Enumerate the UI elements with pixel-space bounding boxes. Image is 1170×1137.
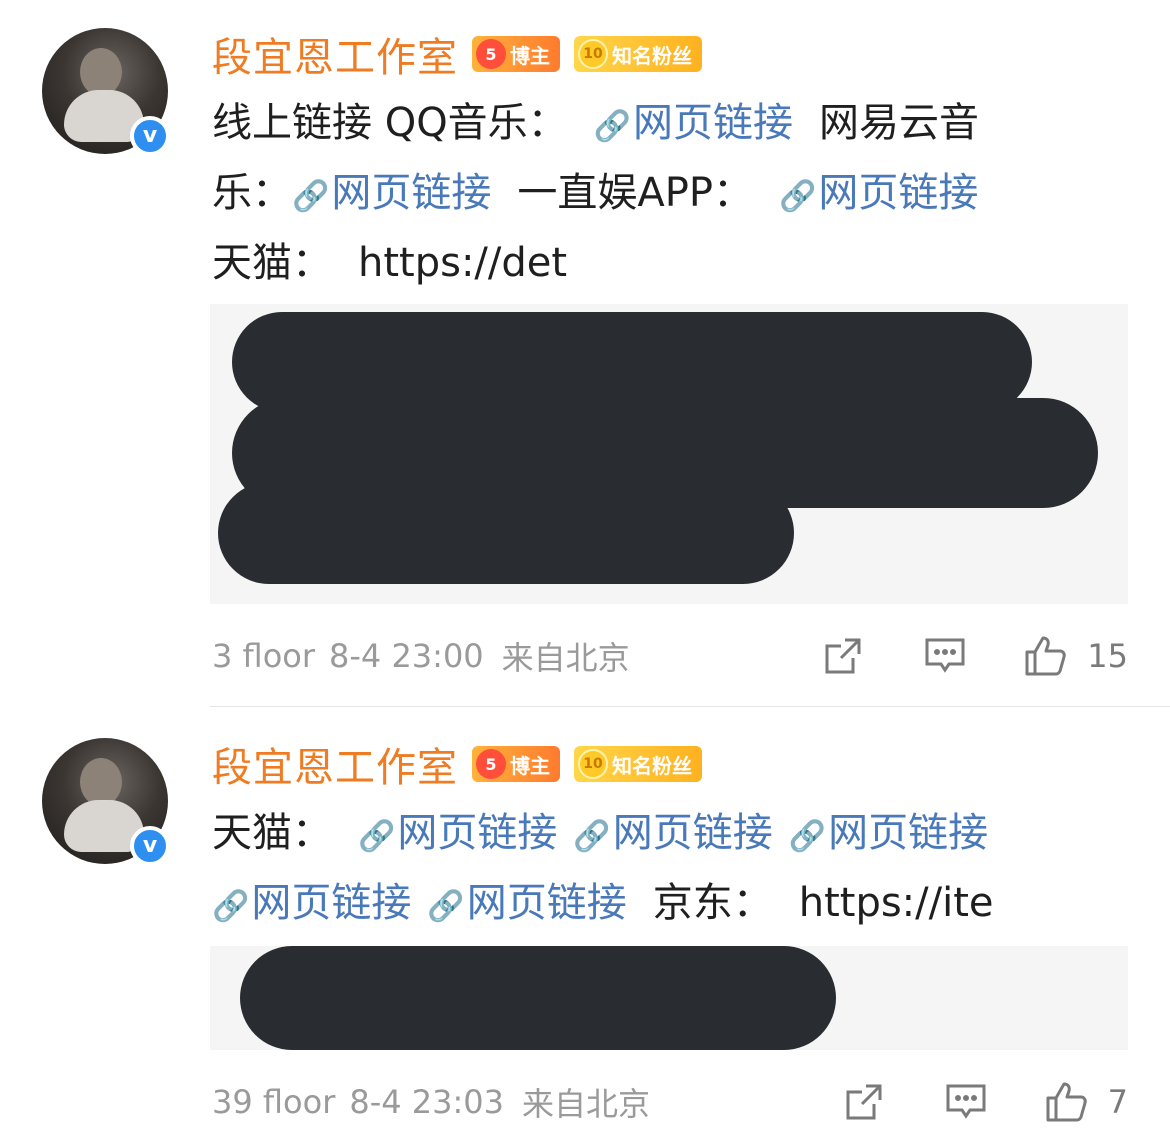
share-icon[interactable] [813, 636, 873, 676]
avatar-face [80, 758, 122, 806]
fans-badge[interactable]: 10 知名粉丝 [574, 746, 702, 782]
location: 来自北京 [522, 1085, 651, 1123]
floor-number: 3 floor [212, 637, 315, 675]
verified-v-icon: v [130, 826, 170, 866]
text-line: 天猫： https://det [212, 230, 1102, 296]
floor-number: 39 floor [212, 1083, 336, 1121]
text-line: 🔗网页链接 🔗网页链接 京东： https://ite [212, 870, 1102, 940]
web-link[interactable]: 🔗网页链接 [358, 810, 557, 856]
url-text: https://det [358, 240, 568, 286]
web-link-label: 网页链接 [828, 810, 989, 856]
chain-link-icon: 🔗 [427, 889, 465, 924]
fans-badge-label: 知名粉丝 [612, 753, 692, 778]
avatar-face [80, 48, 122, 96]
chain-link-icon: 🔗 [212, 889, 250, 924]
avatar[interactable]: v [42, 738, 170, 866]
text-segment: 天猫： [212, 240, 332, 286]
redacted-preview [210, 946, 1128, 1050]
author-name[interactable]: 段宜恩工作室 [212, 735, 458, 793]
comment-footer: 39 floor 8-4 23:03 来自北京 7 [212, 1076, 1128, 1128]
author-name[interactable]: 段宜恩工作室 [212, 25, 458, 83]
diamond-level-icon: 10 [578, 749, 608, 779]
diamond-level-icon: 10 [578, 39, 608, 69]
comment-icon[interactable] [936, 1082, 996, 1122]
web-link-label: 网页链接 [612, 810, 773, 856]
comment-item: v 段宜恩工作室 5 博主 10 知名粉丝 天猫： 🔗网页链接 🔗网页链接 🔗网页链接… [0, 710, 1170, 1137]
text-line: 乐：🔗网页链接 一直娱APP： 🔗网页链接 [212, 160, 1102, 230]
crown-icon: 5 [476, 39, 506, 69]
web-link[interactable]: 🔗网页链接 [789, 810, 988, 856]
web-link-label: 网页链接 [466, 880, 627, 926]
chain-link-icon: 🔗 [593, 109, 632, 144]
blogger-badge[interactable]: 5 博主 [472, 36, 560, 72]
web-link[interactable]: 🔗网页链接 [594, 100, 793, 146]
avatar[interactable]: v [42, 28, 170, 156]
url-text: https://ite [798, 880, 994, 926]
location: 来自北京 [501, 639, 630, 677]
web-link[interactable]: 🔗网页链接 [427, 880, 626, 926]
author-row: 段宜恩工作室 5 博主 10 知名粉丝 [212, 26, 702, 82]
chain-link-icon: 🔗 [573, 819, 611, 854]
timestamp: 8-4 23:03 [349, 1083, 505, 1121]
web-link-label: 网页链接 [251, 880, 412, 926]
chain-link-icon: 🔗 [778, 179, 817, 214]
text-line: 天猫： 🔗网页链接 🔗网页链接 🔗网页链接 [212, 800, 1102, 870]
redaction-bar [240, 946, 836, 1050]
like-count: 15 [1087, 637, 1128, 675]
crown-icon: 5 [476, 749, 506, 779]
text-segment: 线上链接 QQ音乐： [212, 100, 568, 146]
chain-link-icon: 🔗 [788, 819, 827, 854]
text-segment: 京东： [652, 880, 773, 926]
timestamp: 8-4 23:00 [329, 637, 484, 675]
like-count: 7 [1107, 1083, 1128, 1121]
comment-text: 天猫： 🔗网页链接 🔗网页链接 🔗网页链接 🔗网页链接 🔗网页链接 京东： https://… [212, 800, 1102, 940]
thumbs-up-icon[interactable] [1015, 634, 1075, 678]
divider [210, 706, 1170, 707]
chain-link-icon: 🔗 [292, 179, 330, 214]
text-segment: 一直娱APP： [517, 170, 753, 216]
comment-icon[interactable] [915, 636, 975, 676]
web-link-label: 网页链接 [818, 170, 979, 216]
web-link[interactable]: 🔗网页链接 [292, 170, 491, 216]
verified-v-icon: v [130, 116, 170, 156]
text-segment: 网易云音 [819, 100, 980, 146]
web-link-label: 网页链接 [633, 100, 794, 146]
blogger-badge[interactable]: 5 博主 [472, 746, 560, 782]
text-segment: 天猫： [212, 810, 332, 856]
blogger-badge-label: 博主 [510, 753, 550, 778]
redaction-bar [218, 482, 794, 584]
comment-text: 线上链接 QQ音乐： 🔗网页链接 网易云音 乐：🔗网页链接 一直娱APP： 🔗网页链接 … [212, 90, 1102, 296]
comment-item: v 段宜恩工作室 5 博主 10 知名粉丝 线上链接 QQ音乐： 🔗网页链接 网易云… [0, 0, 1170, 700]
web-link-label: 网页链接 [331, 170, 492, 216]
blogger-badge-label: 博主 [510, 43, 550, 68]
web-link-label: 网页链接 [397, 810, 558, 856]
web-link[interactable]: 🔗网页链接 [779, 170, 978, 216]
fans-badge-label: 知名粉丝 [612, 43, 692, 68]
web-link[interactable]: 🔗网页链接 [573, 810, 772, 856]
redacted-preview [210, 304, 1128, 604]
comment-actions: 15 [813, 634, 1128, 678]
author-row: 段宜恩工作室 5 博主 10 知名粉丝 [212, 736, 702, 792]
web-link[interactable]: 🔗网页链接 [212, 880, 411, 926]
thumbs-up-icon[interactable] [1036, 1080, 1096, 1124]
fans-badge[interactable]: 10 知名粉丝 [574, 36, 702, 72]
chain-link-icon: 🔗 [358, 819, 396, 854]
text-line: 线上链接 QQ音乐： 🔗网页链接 网易云音 [212, 90, 1102, 160]
share-icon[interactable] [834, 1082, 894, 1122]
redaction-bar [232, 312, 1032, 412]
text-segment: 乐： [212, 170, 292, 216]
comment-footer: 3 floor 8-4 23:00 来自北京 15 [212, 630, 1128, 682]
comment-actions: 7 [834, 1080, 1128, 1124]
